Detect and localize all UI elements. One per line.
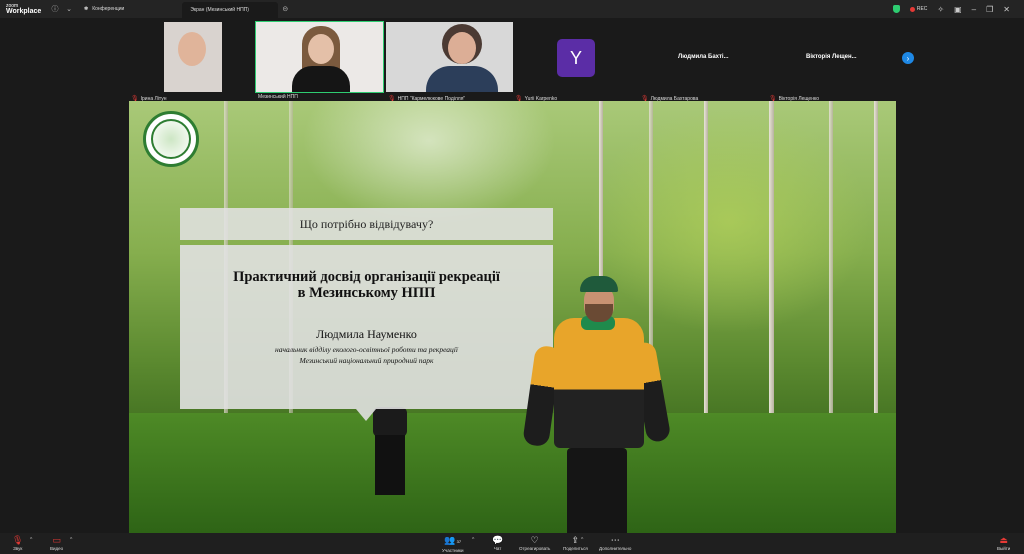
speech-bubble-tail xyxy=(356,409,376,421)
slide-title-line1: Практичний досвід організації рекреації xyxy=(233,269,500,285)
paw-icon: ✽ xyxy=(84,6,89,12)
more-icon: ⋯ xyxy=(610,535,620,545)
shared-screen: Що потрібно відвідувачу? Практичний досв… xyxy=(129,101,896,533)
man-jacket xyxy=(554,318,644,448)
logo-emblem xyxy=(151,119,191,159)
walker-body xyxy=(373,407,407,437)
man-cap xyxy=(580,276,618,292)
share-button[interactable]: ⇪ Поделиться xyxy=(563,535,588,551)
walking-man xyxy=(522,276,672,533)
participant-tile[interactable]: 🎙 НПП "Кармелюкове Поділля" xyxy=(386,22,513,102)
leave-button[interactable]: ⏏ Выйти xyxy=(997,535,1010,551)
view-icon[interactable]: ▣ xyxy=(954,5,962,14)
restore-icon[interactable]: ❐ xyxy=(986,5,993,14)
tab-label: Экран (Мезинський НПП) xyxy=(190,7,249,13)
speaker-role-line2: Мезинський національний природний парк xyxy=(299,356,434,365)
participant-video xyxy=(386,22,513,92)
participant-video xyxy=(164,22,222,92)
participant-body xyxy=(292,66,350,92)
participant-name-text: Мезинський НПП xyxy=(258,94,298,100)
share-screen-icon: ⇪ xyxy=(571,535,580,545)
audio-options-caret[interactable]: ^ xyxy=(30,537,32,543)
react-label: Отреагировать xyxy=(519,546,551,551)
speaker-role: начальник відділу еколого-освітньої робо… xyxy=(180,344,553,366)
meeting-toolbar: 🎙 Звук ^ ▭ Видео ^ 👥37 Участники ^ 💬 Чат… xyxy=(0,533,1024,554)
participant-tile-text: Людмила Бахті... xyxy=(678,54,729,60)
logo-bottom-text: Workplace xyxy=(6,8,42,15)
share-options-caret[interactable]: ^ xyxy=(581,537,583,543)
speaker-role-line1: начальник відділу еколого-освітньої робо… xyxy=(275,345,458,354)
participant-name: Мезинський НПП xyxy=(258,94,298,100)
video-options-caret[interactable]: ^ xyxy=(70,537,72,543)
participant-face xyxy=(308,34,334,64)
participants-button[interactable]: 👥37 Участники xyxy=(442,535,464,553)
participant-face xyxy=(448,32,476,64)
stop-share-icon[interactable]: ⊝ xyxy=(278,2,292,16)
zoom-window: zoom Workplace ⓘ ⌄ ✽ Конференции Экран (… xyxy=(0,0,1024,554)
info-icon[interactable]: ⓘ xyxy=(48,2,62,16)
chevron-down-icon[interactable]: ⌄ xyxy=(62,2,76,16)
tree-trunk xyxy=(769,101,774,441)
tree-trunk xyxy=(704,101,708,431)
mic-off-icon: 🎙 xyxy=(12,535,24,545)
participant-gallery: 🎙 Ірина Літун Мезинський НПП 🎙 НПП "Карм… xyxy=(0,18,1024,102)
shield-icon[interactable] xyxy=(892,5,900,13)
share-label: Поделиться xyxy=(563,546,588,551)
participant-tile[interactable]: 🎙 Ірина Літун xyxy=(129,22,254,102)
participant-tile-text: Вікторія Лещен... xyxy=(806,54,857,60)
park-logo xyxy=(143,111,199,167)
sparkle-icon[interactable]: ✧ xyxy=(937,5,944,14)
chat-icon: 💬 xyxy=(492,535,504,545)
participant-tile-active[interactable]: Мезинський НПП xyxy=(255,21,384,100)
tab-screen-share[interactable]: Экран (Мезинський НПП) xyxy=(182,2,279,18)
grass-area xyxy=(129,413,896,533)
participants-icon: 👥37 xyxy=(444,535,462,545)
more-label: Дополнительно xyxy=(599,546,632,551)
recording-indicator[interactable]: REC xyxy=(909,6,928,12)
tree-trunk xyxy=(829,101,833,421)
audio-button[interactable]: 🎙 Звук xyxy=(12,535,23,551)
leave-icon: ⏏ xyxy=(999,535,1008,545)
video-off-icon: ▭ xyxy=(52,535,61,545)
man-legs xyxy=(567,448,627,533)
participant-tile[interactable]: Людмила Бахті... 🎙 Людмила Бахтарова xyxy=(641,22,766,102)
participant-face xyxy=(178,32,206,66)
tab-label: Конференции xyxy=(92,6,125,12)
zoom-logo: zoom Workplace xyxy=(0,3,48,15)
participant-video xyxy=(256,22,383,92)
slide-title-line2: в Мезинському НПП xyxy=(297,285,436,301)
audio-label: Звук xyxy=(13,546,23,551)
avatar: Y xyxy=(557,39,595,77)
minimize-icon[interactable]: – xyxy=(972,5,976,14)
slide-card: Практичний досвід організації рекреації … xyxy=(180,245,553,409)
tree-trunk xyxy=(874,101,878,431)
leave-label: Выйти xyxy=(997,546,1011,551)
heart-icon: ♡ xyxy=(530,535,539,545)
video-button[interactable]: ▭ Видео xyxy=(50,535,63,551)
slide-title: Практичний досвід організації рекреації … xyxy=(180,269,553,301)
more-button[interactable]: ⋯ Дополнительно xyxy=(599,535,631,551)
participant-body xyxy=(426,66,498,92)
participants-options-caret[interactable]: ^ xyxy=(472,537,474,543)
chat-button[interactable]: 💬 Чат xyxy=(492,535,503,551)
video-label: Видео xyxy=(50,546,64,551)
participants-label: Участники xyxy=(442,548,464,553)
participants-count: 37 xyxy=(456,539,462,544)
title-bar: zoom Workplace ⓘ ⌄ ✽ Конференции Экран (… xyxy=(0,0,1024,18)
slide-question: Що потрібно відвідувачу? xyxy=(180,208,553,240)
next-page-button[interactable]: › xyxy=(902,52,914,64)
tab-meetings[interactable]: ✽ Конференции xyxy=(76,1,132,17)
speaker-name: Людмила Науменко xyxy=(316,327,417,341)
react-button[interactable]: ♡ Отреагировать xyxy=(519,535,550,551)
walker-legs xyxy=(375,435,405,495)
participant-tile[interactable]: Вікторія Лещен... 🎙 Вікторія Лещенко xyxy=(769,22,894,102)
chat-label: Чат xyxy=(493,546,502,551)
rec-label: REC xyxy=(916,6,928,12)
close-icon[interactable]: ✕ xyxy=(1003,5,1010,14)
record-dot-icon xyxy=(909,6,915,12)
